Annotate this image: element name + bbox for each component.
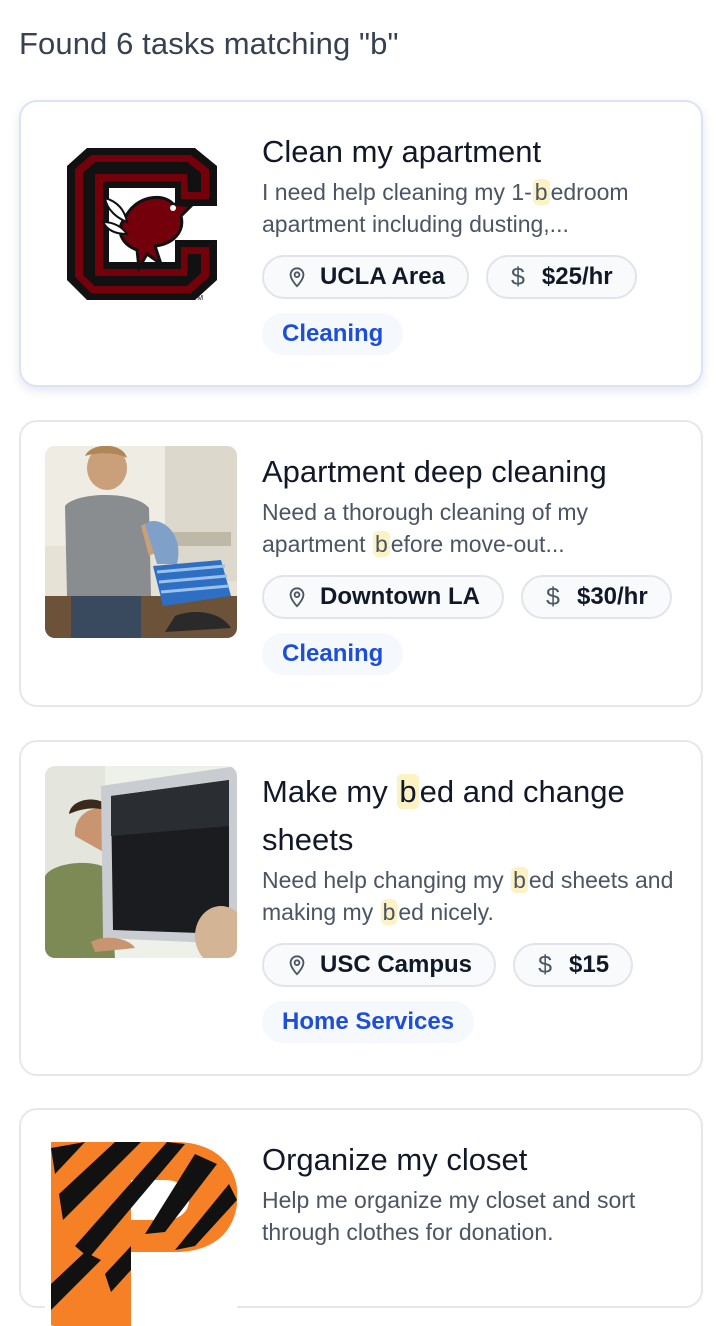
price-chip: $ $15 [513, 943, 634, 987]
dollar-icon: $ [538, 950, 552, 979]
search-highlight: b [372, 531, 390, 557]
location-chip: UCLA Area [262, 255, 469, 299]
task-card[interactable]: Organize my closet Help me organize my c… [19, 1108, 703, 1326]
task-description: Help me organize my closet and sort thro… [262, 1187, 636, 1245]
task-card[interactable]: Apartment deep cleaning Need a thorough … [19, 420, 703, 707]
map-pin-icon [284, 584, 310, 610]
task-title: Clean my apartment [262, 134, 542, 169]
location-chip: Downtown LA [262, 575, 504, 619]
task-description: Need a thorough cleaning of my apartment… [262, 499, 589, 557]
task-title: Apartment deep cleaning [262, 454, 607, 489]
location-chip: USC Campus [262, 943, 497, 987]
search-highlight: b [511, 867, 528, 893]
category-badge: Home Services [262, 1001, 475, 1043]
man-carrying-tv-photo-icon [45, 766, 237, 958]
dollar-icon: $ [546, 582, 560, 611]
task-card[interactable]: TM Clean my apartment I need help cleani… [19, 100, 703, 387]
price-chip: $ $30/hr [520, 575, 672, 619]
price-chip: $ $25/hr [485, 255, 637, 299]
princeton-tiger-logo-icon [45, 1134, 237, 1326]
task-image [45, 446, 237, 638]
man-doing-laundry-photo-icon [45, 446, 237, 638]
map-pin-icon [284, 952, 310, 978]
task-image: TM [45, 126, 237, 318]
dollar-icon: $ [510, 262, 525, 291]
search-highlight: b [397, 774, 419, 809]
map-pin-icon [284, 264, 310, 290]
task-description: Need help changing my b ed sheets and mak… [262, 867, 674, 925]
task-card[interactable]: Make my bed and change sheets Need help … [19, 740, 703, 1076]
category-badge: Cleaning [262, 313, 404, 355]
search-highlight: b [380, 899, 398, 925]
task-image [45, 766, 237, 958]
task-title: Make my bed and change sheets [262, 774, 625, 857]
search-highlight: b [532, 179, 550, 205]
task-image [45, 1134, 237, 1326]
category-badge: Cleaning [262, 633, 404, 675]
task-description: I need help cleaning my 1- b edroom apartm… [262, 179, 629, 237]
svg-text:TM: TM [193, 295, 203, 302]
gamecocks-logo-icon: TM [45, 126, 237, 318]
results-count-heading: Found 6 tasks matching "b" [19, 26, 399, 61]
task-title: Organize my closet [262, 1142, 528, 1177]
